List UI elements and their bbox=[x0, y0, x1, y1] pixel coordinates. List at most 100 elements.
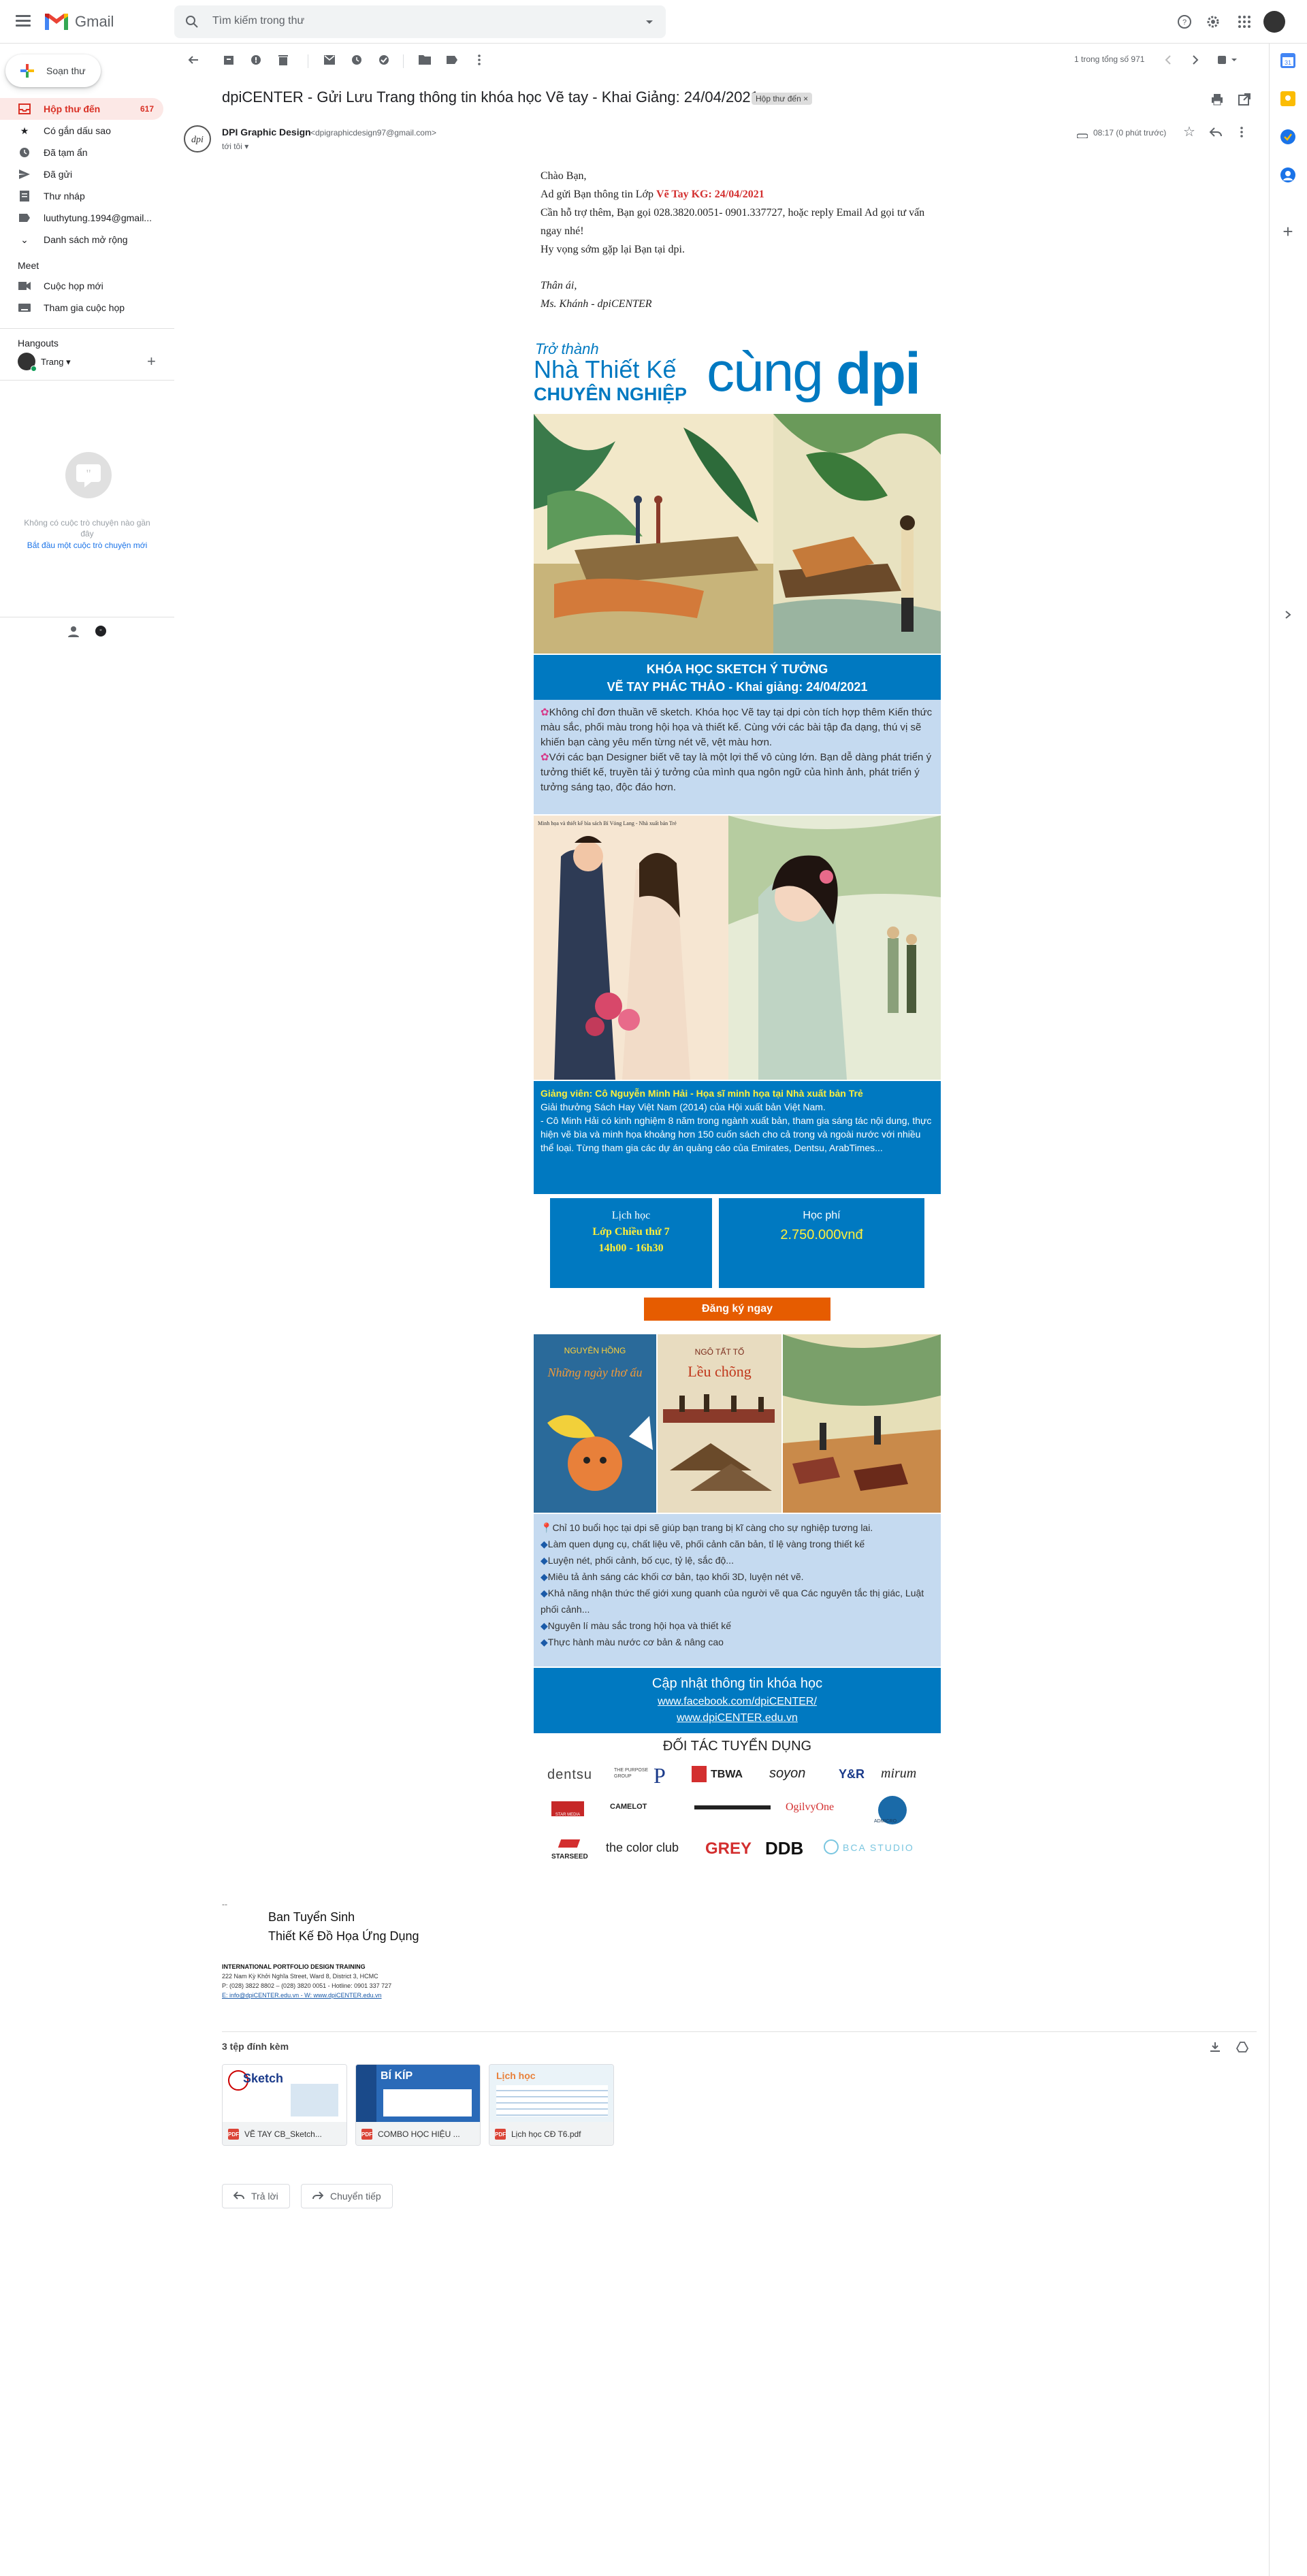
register-button[interactable]: Đăng ký ngay bbox=[644, 1298, 830, 1321]
signature-dash: -- bbox=[222, 1899, 227, 1909]
sidebar-item-snoozed[interactable]: Đã tạm ẩn bbox=[0, 142, 163, 163]
website-link[interactable]: www.dpiCENTER.edu.vn bbox=[534, 1710, 941, 1726]
help-icon[interactable]: ? bbox=[1174, 11, 1195, 33]
gmail-logo[interactable]: Gmail bbox=[44, 11, 114, 33]
mark-unread-icon[interactable] bbox=[321, 52, 338, 68]
expand-panel-icon[interactable] bbox=[1283, 610, 1293, 619]
course-title-bar: KHÓA HỌC SKETCH Ý TƯỞNG VẼ TAY PHÁC THẢO… bbox=[534, 655, 941, 700]
svg-text:?: ? bbox=[1182, 18, 1187, 27]
move-to-icon[interactable] bbox=[417, 52, 433, 68]
partner-logo-bar bbox=[694, 1805, 771, 1809]
sidebar-item-label-email[interactable]: luuthytung.1994@gmail... bbox=[0, 207, 163, 229]
hangouts-user-name[interactable]: Trang ▾ bbox=[41, 357, 71, 368]
sidebar-item-label: Cuộc họp mới bbox=[44, 280, 103, 291]
hangouts-chat-icon[interactable]: " bbox=[93, 624, 109, 640]
sender-name[interactable]: DPI Graphic Design bbox=[222, 127, 311, 138]
recipient-details-toggle[interactable]: tới tôi ▾ bbox=[222, 142, 248, 151]
diamond-icon: ◆ bbox=[540, 1588, 548, 1598]
main-menu-icon[interactable] bbox=[14, 12, 33, 31]
reply-label: Trả lời bbox=[251, 2191, 278, 2202]
add-task-icon[interactable] bbox=[376, 52, 392, 68]
hangouts-user-label: Trang bbox=[41, 357, 64, 367]
forward-label: Chuyển tiếp bbox=[330, 2191, 381, 2202]
sidebar-item-new-meeting[interactable]: Cuộc họp mới bbox=[0, 275, 163, 297]
hangouts-empty-icon: " bbox=[65, 452, 112, 498]
user-avatar[interactable] bbox=[1263, 11, 1285, 33]
star-toggle-icon[interactable]: ☆ bbox=[1183, 125, 1197, 139]
archive-icon[interactable] bbox=[221, 52, 237, 68]
update-section: Cập nhật thông tin khóa học www.facebook… bbox=[534, 1668, 941, 1733]
report-spam-icon[interactable] bbox=[248, 52, 264, 68]
back-arrow-icon[interactable] bbox=[185, 52, 201, 68]
inbox-label-badge[interactable]: Hộp thư đến × bbox=[752, 93, 813, 105]
partner-logo-p: P bbox=[654, 1763, 666, 1788]
unread-count: 617 bbox=[140, 104, 154, 114]
sidebar-item-label: Có gắn dấu sao bbox=[44, 125, 111, 136]
print-icon[interactable] bbox=[1210, 93, 1224, 106]
attachment-card[interactable]: Lịch học PDF Lịch học CĐ T6.pdf bbox=[489, 2064, 614, 2146]
delete-icon[interactable] bbox=[275, 52, 291, 68]
hero-caps: CHUYÊN NGHIỆP bbox=[534, 384, 688, 404]
add-chat-icon[interactable]: + bbox=[147, 353, 156, 370]
input-tools-icon[interactable] bbox=[1216, 52, 1240, 68]
sign-name: Ms. Khánh - dpiCENTER bbox=[540, 298, 652, 310]
label-as-icon[interactable] bbox=[444, 52, 460, 68]
snooze-icon[interactable] bbox=[349, 52, 365, 68]
sidebar-item-label: Thư nháp bbox=[44, 191, 85, 202]
sidebar-item-inbox[interactable]: Hộp thư đến 617 bbox=[0, 98, 163, 120]
svg-text:": " bbox=[86, 467, 91, 481]
calendar-icon[interactable]: 31 bbox=[1280, 53, 1295, 68]
reply-icon[interactable] bbox=[1209, 127, 1223, 140]
attachment-card[interactable]: Sketch PDF VẼ TAY CB_Sketch... bbox=[222, 2064, 347, 2146]
sidebar-item-starred[interactable]: ★ Có gắn dấu sao bbox=[0, 120, 163, 142]
flower-icon: ✿ bbox=[540, 752, 549, 763]
keep-icon[interactable] bbox=[1280, 91, 1295, 106]
reply-button[interactable]: Trả lời bbox=[222, 2184, 290, 2208]
download-all-icon[interactable] bbox=[1209, 2041, 1223, 2055]
teacher-award: Giải thưởng Sách Hay Việt Nam (2014) của… bbox=[540, 1101, 826, 1112]
tasks-icon[interactable] bbox=[1280, 129, 1295, 144]
attachment-preview: BÍ KÍP bbox=[356, 2065, 480, 2122]
attachment-card[interactable]: BÍ KÍP PDF COMBO HỌC HIỆU ... bbox=[355, 2064, 481, 2146]
partner-logo: dentsu bbox=[547, 1767, 593, 1782]
sidebar-item-more[interactable]: ⌄ Danh sách mở rộng bbox=[0, 229, 163, 251]
start-chat-link[interactable]: Bắt đầu một cuộc trò chuyện mới bbox=[14, 541, 161, 550]
sidebar-item-sent[interactable]: Đã gửi bbox=[0, 163, 163, 185]
facebook-link[interactable]: www.facebook.com/dpiCENTER/ bbox=[534, 1694, 941, 1710]
partner-logo: CAMELOT bbox=[610, 1803, 647, 1811]
attachment-name: COMBO HỌC HIỆU ... bbox=[378, 2129, 460, 2139]
person-icon[interactable] bbox=[65, 624, 82, 640]
pin-icon: 📍 bbox=[540, 1522, 553, 1533]
partners-title: ĐỐI TÁC TUYỂN DỤNG bbox=[662, 1739, 812, 1754]
preview-image bbox=[383, 2089, 472, 2116]
teacher-desc: - Cô Minh Hải có kinh nghiệm 8 năm trong… bbox=[540, 1115, 932, 1153]
right-side-panel: 31 + bbox=[1269, 44, 1307, 2576]
body-line-3: Hy vọng sớm gặp lại Bạn tại dpi. bbox=[540, 244, 685, 255]
sidebar-item-drafts[interactable]: Thư nháp bbox=[0, 185, 163, 207]
save-to-drive-icon[interactable] bbox=[1236, 2041, 1250, 2055]
apps-grid-icon[interactable] bbox=[1233, 11, 1255, 33]
search-bar[interactable]: Tìm kiếm trong thư bbox=[174, 5, 666, 38]
get-addons-icon[interactable]: + bbox=[1279, 223, 1297, 241]
sidebar-item-join-meeting[interactable]: Tham gia cuộc họp bbox=[0, 297, 163, 319]
compose-button[interactable]: Soạn thư bbox=[5, 54, 101, 87]
settings-gear-icon[interactable] bbox=[1202, 11, 1224, 33]
older-chevron-icon[interactable] bbox=[1187, 52, 1204, 68]
body-line-1: Ad gửi Bạn thông tin Lớp Vẽ Tay KG: 24/0… bbox=[540, 185, 935, 204]
attachment-name: VẼ TAY CB_Sketch... bbox=[244, 2129, 322, 2139]
newsletter-hero: Trở thành Nhà Thiết Kế CHUYÊN NGHIỆP cùn… bbox=[534, 340, 941, 413]
more-options-icon[interactable] bbox=[471, 52, 487, 68]
contacts-icon[interactable] bbox=[1280, 167, 1295, 182]
meet-title: Meet bbox=[18, 260, 39, 271]
newer-chevron-icon[interactable] bbox=[1160, 52, 1176, 68]
forward-button[interactable]: Chuyển tiếp bbox=[301, 2184, 393, 2208]
bullet-text: Thực hành màu nước cơ bản & nâng cao bbox=[547, 1637, 724, 1647]
sender-avatar[interactable]: dpi bbox=[184, 125, 211, 152]
open-new-window-icon[interactable] bbox=[1238, 93, 1251, 106]
partner-logo: Y&R bbox=[839, 1767, 865, 1781]
search-options-icon[interactable] bbox=[644, 16, 655, 27]
search-icon[interactable] bbox=[184, 14, 200, 30]
signature-dept: Thiết Kế Đồ Họa Ứng Dụng bbox=[268, 1929, 419, 1943]
message-more-icon[interactable] bbox=[1240, 127, 1244, 140]
signature-email-web[interactable]: E: info@dpiCENTER.edu.vn - W: www.dpiCEN… bbox=[222, 1992, 382, 1999]
